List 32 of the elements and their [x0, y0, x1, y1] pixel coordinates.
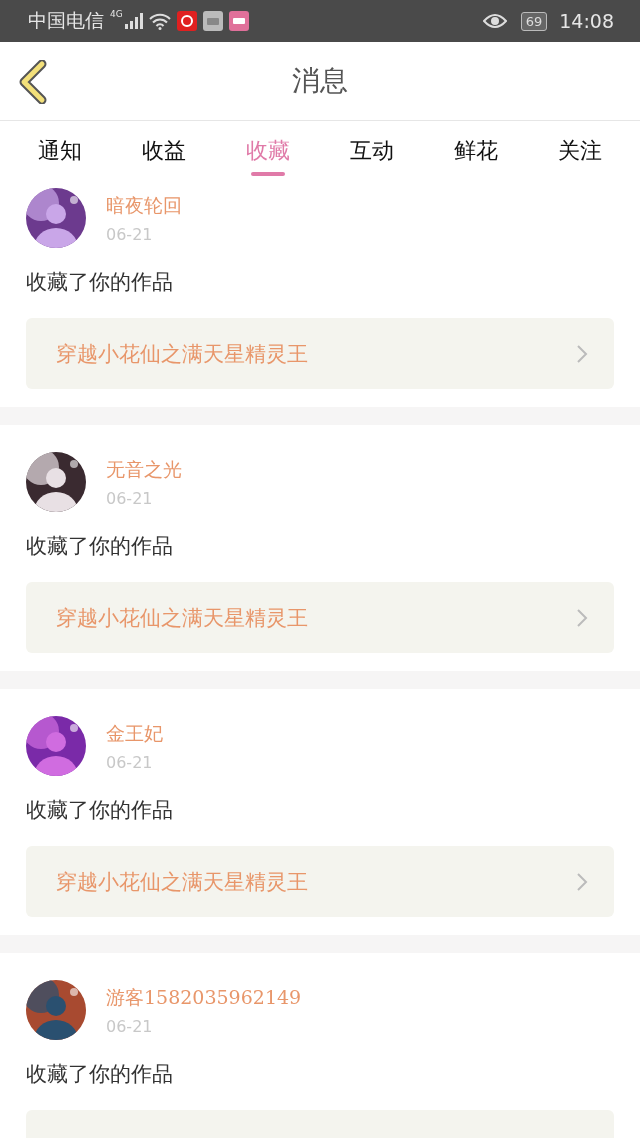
app-icon — [202, 11, 223, 31]
chevron-icon — [576, 343, 588, 364]
message-text: 收藏了你的作品 — [26, 1061, 174, 1088]
tab[interactable]: 通知 — [38, 136, 82, 166]
chevron-icon — [576, 871, 588, 892]
tab[interactable]: 互动 — [350, 136, 394, 166]
tab[interactable]: 收益 — [142, 136, 186, 166]
work-link[interactable]: 穿越小花仙之满天星精灵王 — [26, 582, 614, 653]
user-name[interactable]: 暗夜轮回 — [106, 192, 182, 219]
signal-icon — [124, 13, 143, 29]
app-icon — [176, 11, 197, 31]
chevron-icon — [576, 607, 588, 628]
user-name[interactable]: 游客1582035962149 — [106, 984, 302, 1011]
page-title: 消息 — [292, 63, 348, 99]
clock-time: 14:08 — [559, 10, 614, 32]
wifi-icon — [148, 12, 171, 30]
work-link[interactable]: 穿越小花仙之满天星精灵王 — [26, 846, 614, 917]
user-name[interactable]: 无音之光 — [106, 456, 182, 483]
message-text: 收藏了你的作品 — [26, 797, 174, 824]
message-text: 收藏了你的作品 — [26, 533, 174, 560]
work-link[interactable]: 穿越小花仙之满天星精灵王 — [26, 318, 614, 389]
carrier-name: 中国电信 — [28, 8, 104, 33]
app-icon — [228, 11, 249, 31]
battery-level: 69 — [520, 11, 548, 31]
network-type: 4G — [110, 9, 123, 19]
user-name[interactable]: 金王妃 — [106, 720, 163, 747]
eye-icon — [482, 13, 507, 29]
message-text: 收藏了你的作品 — [26, 269, 174, 296]
tab[interactable]: 收藏 — [246, 136, 290, 166]
back-icon[interactable] — [18, 60, 48, 104]
tab[interactable]: 鲜花 — [454, 136, 498, 166]
tab[interactable]: 关注 — [558, 136, 602, 166]
